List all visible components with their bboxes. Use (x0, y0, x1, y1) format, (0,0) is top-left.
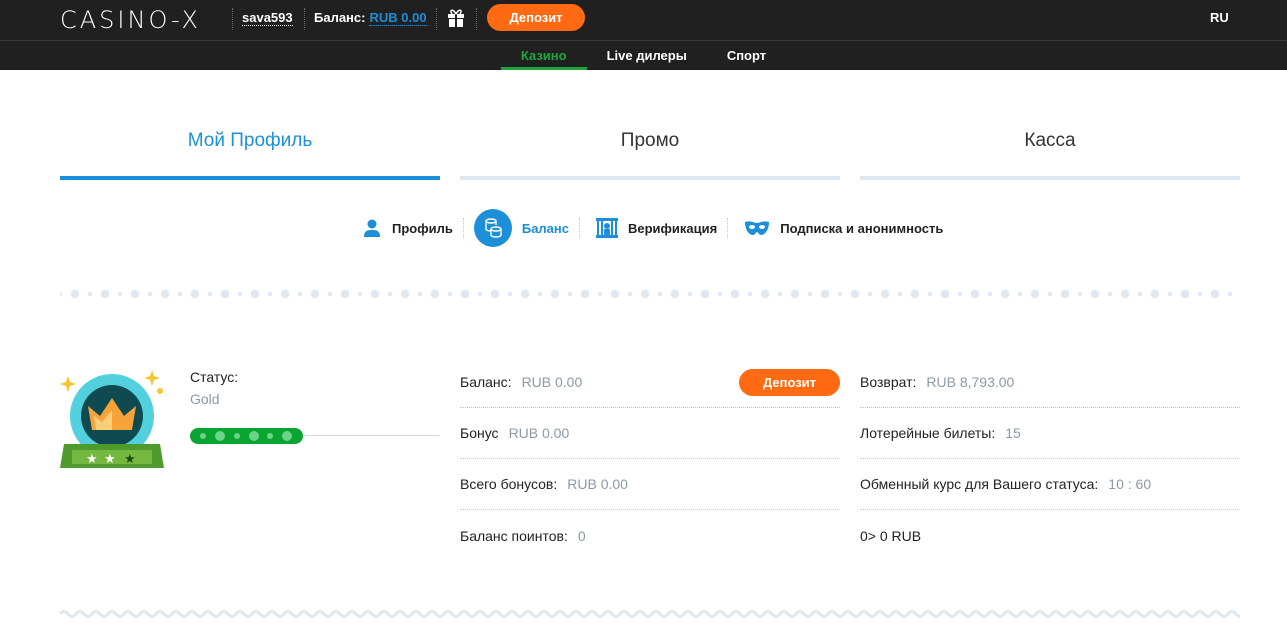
svg-text:★: ★ (86, 451, 98, 466)
row-value: 10 : 60 (1108, 476, 1152, 492)
divider (727, 218, 729, 238)
divider (476, 8, 477, 30)
nav-live-dealers[interactable]: Live дилеры (587, 41, 707, 70)
row-label: Обменный курс для Вашего статуса: (860, 476, 1099, 492)
cashback-row: Возврат: RUB 8,793.00 (860, 357, 1240, 408)
dotted-separator (60, 289, 1240, 299)
header-balance: Баланс: RUB 0.00 (314, 10, 427, 26)
row-label: Баланс: (460, 374, 512, 390)
status-label: Статус: (190, 369, 239, 385)
subnav-balance[interactable]: Баланс (464, 209, 579, 247)
wave-separator (60, 610, 1240, 618)
main-nav: Казино Live дилеры Спорт (0, 41, 1287, 70)
divider (436, 8, 437, 30)
progress-fill (190, 428, 303, 444)
balance-column: Баланс: RUB 0.00 Депозит Бонус RUB 0.00 Все… (460, 357, 840, 561)
verification-icon (596, 218, 618, 238)
header-deposit-button[interactable]: Депозит (487, 4, 585, 31)
logo[interactable]: CASINO-X (60, 6, 201, 34)
subnav-label: Профиль (392, 220, 453, 236)
row-value: RUB 8,793.00 (926, 374, 1015, 390)
divider (579, 218, 580, 238)
sub-nav: Профиль Баланс Верификация Подписка и ан… (352, 209, 953, 247)
row-label: Лотерейные билеты: (860, 425, 996, 441)
row-label: Всего бонусов: (460, 476, 558, 492)
tab-my-profile[interactable]: Мой Профиль (60, 130, 440, 180)
divider (304, 8, 305, 30)
balance-row: Баланс: RUB 0.00 Депозит (460, 357, 840, 408)
deposit-button[interactable]: Депозит (739, 369, 840, 396)
language-selector[interactable]: RU (1210, 10, 1229, 25)
row-label: Возврат: (860, 374, 917, 390)
svg-text:★: ★ (124, 451, 136, 466)
subnav-subscription[interactable]: Подписка и анонимность (734, 220, 953, 236)
nav-sport[interactable]: Спорт (707, 41, 786, 70)
exchange-rate-row: Обменный курс для Вашего статуса: 10 : 60 (860, 459, 1240, 510)
subnav-verification[interactable]: Верификация (586, 218, 727, 238)
balance-label: Баланс: (314, 10, 366, 25)
bonus-row: Бонус RUB 0.00 (460, 408, 840, 459)
subnav-profile[interactable]: Профиль (352, 218, 463, 238)
svg-text:★: ★ (104, 451, 116, 466)
subnav-label: Верификация (628, 220, 718, 236)
gift-icon[interactable] (446, 7, 466, 27)
gold-status-badge-icon: ★ ★ ★ (60, 370, 164, 468)
divider (232, 8, 233, 30)
row-value: RUB 0.00 (508, 425, 570, 441)
total-bonus-row: Всего бонусов: RUB 0.00 (460, 459, 840, 510)
points-row: Баланс поинтов: 0 (460, 510, 840, 561)
status-value: Gold (190, 391, 220, 407)
row-value: 0 (577, 527, 586, 544)
nav-casino[interactable]: Казино (500, 41, 587, 70)
row-label: Баланс поинтов: (460, 527, 568, 544)
username-link[interactable]: sava593 (242, 10, 293, 26)
rewards-column: Возврат: RUB 8,793.00 Лотерейные билеты: 1… (860, 357, 1240, 561)
status-progress-bar (190, 428, 440, 444)
tab-promo[interactable]: Промо (460, 130, 840, 180)
row-label: 0> 0 RUB (860, 527, 922, 544)
profile-tabs: Мой Профиль Промо Касса (60, 130, 1240, 180)
coins-icon (473, 209, 512, 247)
row-label: Бонус (460, 425, 499, 441)
row-value: RUB 0.00 (521, 374, 583, 390)
top-bar: CASINO-X sava593 Баланс: RUB 0.00 Депозит… (0, 0, 1287, 41)
subnav-label: Баланс (521, 220, 569, 236)
subnav-label: Подписка и анонимность (780, 220, 944, 236)
row-value: 15 (1005, 425, 1021, 441)
mask-icon (745, 221, 770, 235)
user-icon (364, 219, 380, 237)
balance-value[interactable]: RUB 0.00 (369, 10, 427, 26)
conversion-row: 0> 0 RUB (860, 510, 1240, 561)
lottery-row: Лотерейные билеты: 15 (860, 408, 1240, 459)
tab-cashier[interactable]: Касса (860, 130, 1240, 180)
row-value: RUB 0.00 (567, 476, 628, 492)
